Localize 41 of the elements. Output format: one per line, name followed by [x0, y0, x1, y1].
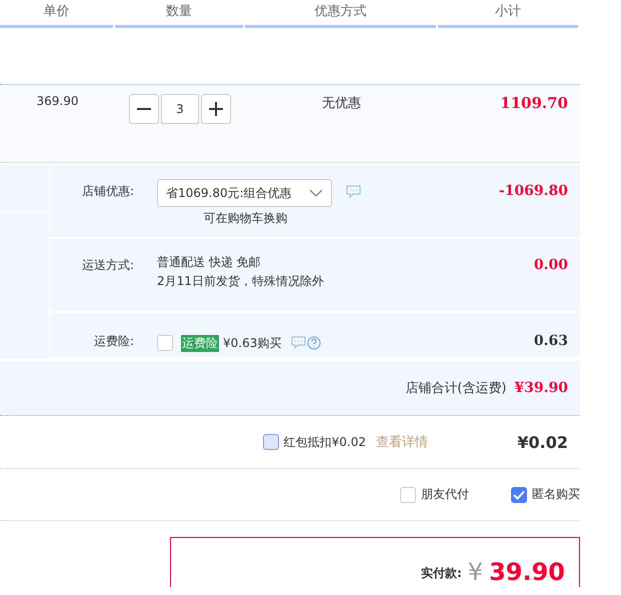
shipping-text: 普通配送 快递 免邮: [157, 254, 262, 271]
amount-text: 0.00: [532, 256, 569, 275]
amount-text: -1069.80: [498, 182, 569, 201]
column-header: 小计: [438, 0, 578, 28]
increase-button[interactable]: [201, 94, 231, 124]
row-label: 运费险:: [92, 333, 134, 350]
currency-sign: ¥: [468, 557, 484, 587]
chat-icon[interactable]: [291, 336, 306, 349]
pay-amount: 39.90: [489, 557, 565, 587]
help-icon[interactable]: [307, 336, 322, 350]
insurance-tag: 运费险: [181, 334, 219, 352]
column-header: 优惠方式: [245, 0, 436, 28]
option-label: 朋友代付: [421, 486, 469, 503]
note-text: 可在购物车换购: [202, 210, 288, 227]
checkbox[interactable]: [157, 335, 173, 351]
insurance-price: ¥0.63购买: [223, 334, 282, 352]
plus-icon: [209, 102, 223, 116]
discount-text: 无优惠: [321, 95, 362, 113]
column-header: 单价: [0, 0, 113, 28]
amount-text: 0.63: [532, 332, 569, 351]
checkbox[interactable]: [511, 486, 527, 502]
checkbox[interactable]: [262, 434, 279, 450]
coupon-amount: ¥0.02: [516, 432, 568, 452]
coupon-deduction-label: 红包抵扣¥0.02: [284, 434, 366, 450]
minus-icon: [137, 108, 151, 110]
shop-total-label: 店铺合计(含运费): [405, 380, 506, 397]
checkbox[interactable]: [400, 486, 416, 502]
option-label: 匿名购买: [532, 486, 580, 503]
column-header: 数量: [115, 0, 243, 28]
chevron-down-icon: [309, 188, 323, 198]
quantity-field[interactable]: 3: [161, 94, 199, 124]
decrease-button[interactable]: [129, 94, 159, 124]
shipping-text: 2月11日前发货，特殊情况除外: [157, 273, 325, 290]
subtotal-text: 1109.70: [499, 94, 569, 114]
pay-label: 实付款:: [420, 565, 462, 582]
shop-total-amount: ¥39.90: [514, 380, 568, 396]
unit-price: 369.90: [36, 94, 80, 110]
row-label: 运送方式:: [80, 257, 134, 274]
chat-icon[interactable]: [346, 185, 361, 198]
row-label: 店铺优惠:: [80, 183, 134, 200]
promotion-select[interactable]: 省1069.80元:组合优惠: [157, 179, 332, 207]
